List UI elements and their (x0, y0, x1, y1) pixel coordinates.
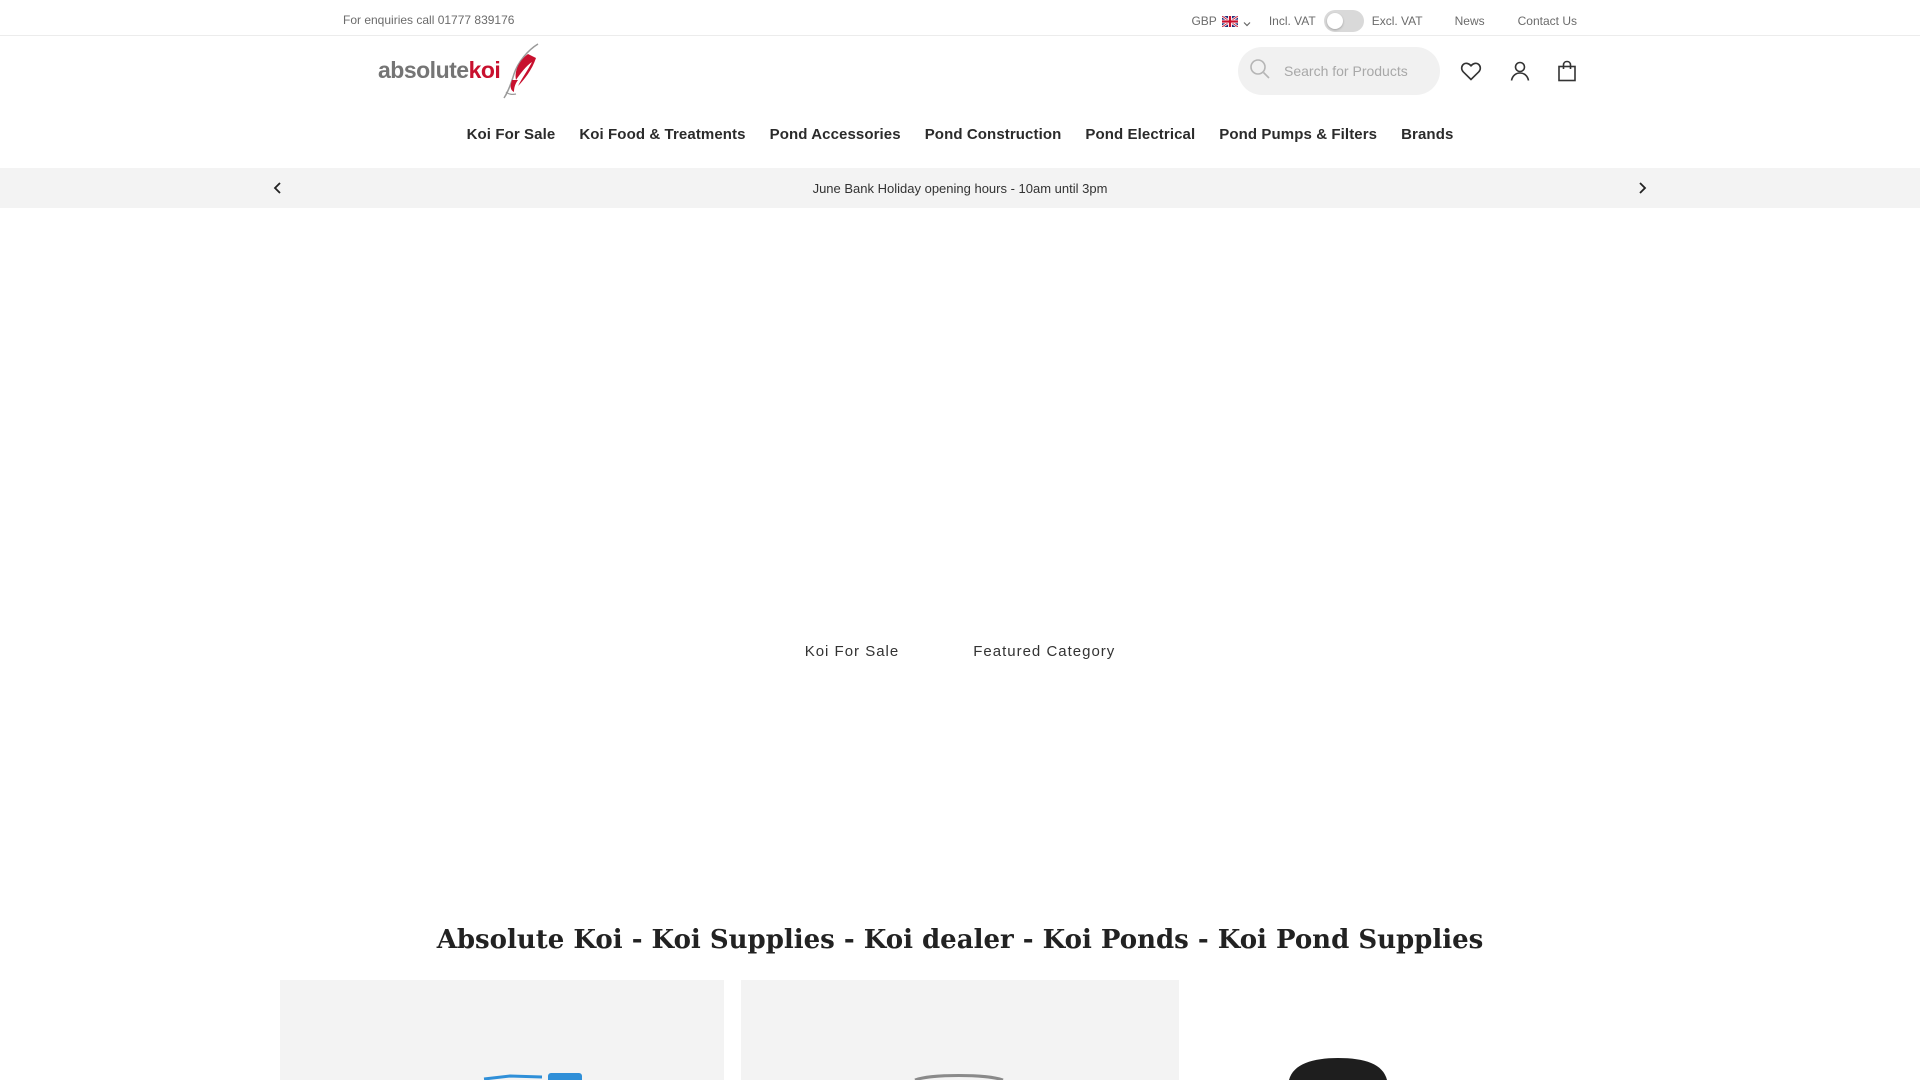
logo-wordmark: absolutekoi (378, 56, 501, 84)
currency-label: GBP (1191, 14, 1217, 28)
hero-tabs: Koi For Sale Featured Category (0, 643, 1920, 660)
nav-koi-for-sale[interactable]: Koi For Sale (467, 126, 556, 143)
logo-wordmark-grey: absolute (378, 56, 469, 83)
currency-selector[interactable]: GBP (1191, 14, 1251, 28)
top-bar: For enquiries call 01777 839176 GBP Incl… (0, 0, 1920, 36)
enquiries-text: For enquiries call 01777 839176 (343, 13, 515, 27)
news-link[interactable]: News (1455, 14, 1485, 28)
announcement-text: June Bank Holiday opening hours - 10am u… (812, 181, 1108, 196)
main-navigation: Koi For Sale Koi Food & Treatments Pond … (0, 126, 1920, 143)
product-image (914, 1074, 1004, 1080)
search-input[interactable] (1284, 63, 1424, 79)
excl-vat-label: Excl. VAT (1371, 14, 1423, 28)
announcement-bar: June Bank Holiday opening hours - 10am u… (0, 168, 1920, 208)
search-bar[interactable] (1238, 47, 1440, 95)
chevron-right-icon[interactable] (1634, 180, 1650, 196)
topbar-right: GBP Incl. VAT Excl. VAT News Contact Us (1191, 10, 1577, 32)
product-image (483, 1073, 582, 1080)
shopping-bag-icon[interactable] (1555, 59, 1579, 83)
uk-flag-icon (1221, 14, 1239, 28)
nav-brands[interactable]: Brands (1401, 126, 1453, 143)
vat-toggle[interactable] (1323, 10, 1364, 32)
hero-tab-featured-category[interactable]: Featured Category (973, 643, 1115, 660)
product-card[interactable] (1193, 980, 1631, 1080)
product-image (1289, 1058, 1387, 1080)
nav-pond-electrical[interactable]: Pond Electrical (1085, 126, 1195, 143)
vat-toggle-group: Incl. VAT Excl. VAT (1269, 10, 1423, 32)
nav-pond-accessories[interactable]: Pond Accessories (770, 126, 901, 143)
koi-fish-logo-icon (503, 43, 539, 99)
nav-pond-construction[interactable]: Pond Construction (925, 126, 1062, 143)
nav-pond-pumps-filters[interactable]: Pond Pumps & Filters (1219, 126, 1377, 143)
site-logo[interactable]: absolutekoi (378, 40, 554, 100)
vat-toggle-knob (1326, 13, 1343, 29)
nav-koi-food-treatments[interactable]: Koi Food & Treatments (579, 126, 745, 143)
contact-us-link[interactable]: Contact Us (1518, 14, 1577, 28)
product-card[interactable] (741, 980, 1179, 1080)
logo-wordmark-red: koi (468, 56, 501, 83)
user-icon[interactable] (1508, 59, 1532, 83)
chevron-down-icon (1243, 17, 1251, 27)
search-icon (1248, 57, 1272, 86)
incl-vat-label: Incl. VAT (1268, 14, 1316, 28)
page-heading: Absolute Koi - Koi Supplies - Koi dealer… (436, 925, 1484, 955)
hero-tab-koi-for-sale[interactable]: Koi For Sale (805, 643, 900, 660)
heart-icon[interactable] (1459, 59, 1483, 83)
product-card[interactable] (280, 980, 724, 1080)
